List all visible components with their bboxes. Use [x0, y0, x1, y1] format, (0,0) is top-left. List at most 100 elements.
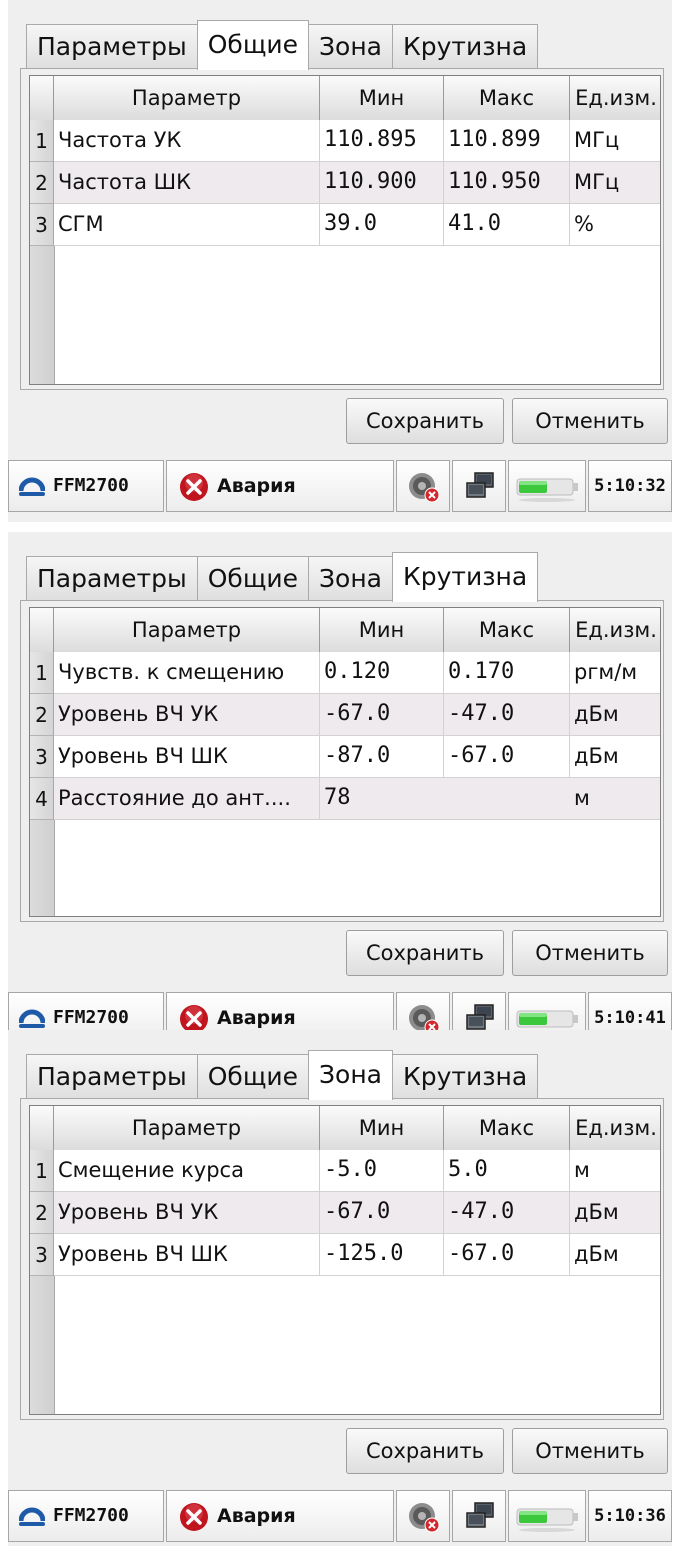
tab-slope[interactable]: Крутизна	[392, 24, 539, 70]
cell-unit[interactable]: м	[570, 1150, 660, 1192]
row-number[interactable]: 1	[30, 652, 54, 694]
cell-unit[interactable]: м	[570, 778, 660, 820]
cell-unit[interactable]: МГц	[570, 162, 660, 204]
tab-parameters[interactable]: Параметры	[26, 1054, 198, 1100]
column-header-unit[interactable]: Ед.изм.	[570, 76, 660, 120]
column-header-min[interactable]: Мин	[320, 608, 444, 652]
row-number[interactable]: 3	[30, 204, 54, 246]
column-header-parameter[interactable]: Параметр	[54, 1106, 320, 1150]
cell-parameter[interactable]: Уровень ВЧ ШК	[54, 736, 320, 778]
cell-max[interactable]: 5.0	[444, 1150, 570, 1192]
network-button[interactable]	[452, 1490, 506, 1542]
parameters-table[interactable]: Параметр Мин Макс Ед.изм. 1 Частота УК 1…	[29, 75, 661, 385]
table-row[interactable]: 1 Частота УК 110.895 110.899 МГц	[30, 120, 660, 162]
row-number[interactable]: 4	[30, 778, 54, 820]
row-number[interactable]: 3	[30, 736, 54, 778]
device-button[interactable]: FFM2700	[8, 460, 164, 512]
parameters-table[interactable]: Параметр Мин Макс Ед.изм. 1 Чувств. к см…	[29, 607, 661, 917]
tab-slope[interactable]: Крутизна	[392, 1054, 539, 1100]
tab-slope[interactable]: Крутизна	[392, 552, 539, 602]
column-header-max[interactable]: Макс	[444, 76, 570, 120]
tab-parameters[interactable]: Параметры	[26, 24, 198, 70]
cell-min[interactable]: -125.0	[320, 1234, 444, 1276]
cell-max[interactable]: -47.0	[444, 1192, 570, 1234]
table-row[interactable]: 2 Уровень ВЧ УК -67.0 -47.0 дБм	[30, 694, 660, 736]
cell-parameter[interactable]: СГМ	[54, 204, 320, 246]
tab-general[interactable]: Общие	[196, 556, 310, 602]
tab-zone[interactable]: Зона	[308, 556, 394, 602]
tab-parameters[interactable]: Параметры	[26, 556, 198, 602]
cancel-button[interactable]: Отменить	[512, 930, 668, 976]
cell-min[interactable]: -67.0	[320, 694, 444, 736]
column-header-parameter[interactable]: Параметр	[54, 608, 320, 652]
cell-max[interactable]: 0.170	[444, 652, 570, 694]
row-number[interactable]: 1	[30, 1150, 54, 1192]
cell-parameter[interactable]: Чувств. к смещению	[54, 652, 320, 694]
cell-max[interactable]: 110.899	[444, 120, 570, 162]
row-number[interactable]: 3	[30, 1234, 54, 1276]
cell-unit[interactable]: дБм	[570, 1234, 660, 1276]
row-number[interactable]: 2	[30, 694, 54, 736]
cell-unit[interactable]: дБм	[570, 736, 660, 778]
battery-button[interactable]	[508, 1490, 586, 1542]
cell-min[interactable]: -5.0	[320, 1150, 444, 1192]
alarm-status-button[interactable]: Авария	[166, 460, 394, 512]
table-row[interactable]: 4 Расстояние до ант.... 78 м	[30, 778, 660, 820]
table-row[interactable]: 3 СГМ 39.0 41.0 %	[30, 204, 660, 246]
sound-button[interactable]	[396, 1490, 450, 1542]
column-header-unit[interactable]: Ед.изм.	[570, 1106, 660, 1150]
device-button[interactable]: FFM2700	[8, 1490, 164, 1542]
table-row[interactable]: 2 Частота ШК 110.900 110.950 МГц	[30, 162, 660, 204]
column-header-min[interactable]: Мин	[320, 76, 444, 120]
table-row[interactable]: 3 Уровень ВЧ ШК -87.0 -67.0 дБм	[30, 736, 660, 778]
save-button[interactable]: Сохранить	[346, 398, 504, 444]
cell-unit[interactable]: %	[570, 204, 660, 246]
cancel-button[interactable]: Отменить	[512, 1428, 668, 1474]
column-header-unit[interactable]: Ед.изм.	[570, 608, 660, 652]
column-header-min[interactable]: Мин	[320, 1106, 444, 1150]
cell-max[interactable]: 110.950	[444, 162, 570, 204]
cell-max[interactable]: -67.0	[444, 736, 570, 778]
column-header-max[interactable]: Макс	[444, 608, 570, 652]
cell-max[interactable]: -67.0	[444, 1234, 570, 1276]
table-row[interactable]: 2 Уровень ВЧ УК -67.0 -47.0 дБм	[30, 1192, 660, 1234]
row-number[interactable]: 1	[30, 120, 54, 162]
cell-max[interactable]: 41.0	[444, 204, 570, 246]
cell-min[interactable]: 39.0	[320, 204, 444, 246]
column-header-parameter[interactable]: Параметр	[54, 76, 320, 120]
cell-parameter[interactable]: Уровень ВЧ УК	[54, 694, 320, 736]
cell-min[interactable]: 110.900	[320, 162, 444, 204]
cell-min[interactable]: 0.120	[320, 652, 444, 694]
tab-zone[interactable]: Зона	[308, 24, 394, 70]
cell-max[interactable]: -47.0	[444, 694, 570, 736]
table-row[interactable]: 1 Чувств. к смещению 0.120 0.170 ргм/м	[30, 652, 660, 694]
cell-parameter[interactable]: Уровень ВЧ УК	[54, 1192, 320, 1234]
cell-min[interactable]: -87.0	[320, 736, 444, 778]
row-number[interactable]: 2	[30, 1192, 54, 1234]
tab-zone[interactable]: Зона	[308, 1050, 394, 1100]
parameters-table[interactable]: Параметр Мин Макс Ед.изм. 1 Смещение кур…	[29, 1105, 661, 1415]
battery-button[interactable]	[508, 460, 586, 512]
column-header-max[interactable]: Макс	[444, 1106, 570, 1150]
alarm-status-button[interactable]: Авария	[166, 1490, 394, 1542]
save-button[interactable]: Сохранить	[346, 1428, 504, 1474]
table-row[interactable]: 3 Уровень ВЧ ШК -125.0 -67.0 дБм	[30, 1234, 660, 1276]
cell-value[interactable]: 78	[320, 778, 570, 820]
network-button[interactable]	[452, 460, 506, 512]
cell-parameter[interactable]: Уровень ВЧ ШК	[54, 1234, 320, 1276]
cell-unit[interactable]: ргм/м	[570, 652, 660, 694]
cell-min[interactable]: -67.0	[320, 1192, 444, 1234]
cell-parameter[interactable]: Частота ШК	[54, 162, 320, 204]
cell-min[interactable]: 110.895	[320, 120, 444, 162]
cell-unit[interactable]: дБм	[570, 1192, 660, 1234]
cell-unit[interactable]: МГц	[570, 120, 660, 162]
save-button[interactable]: Сохранить	[346, 930, 504, 976]
cell-unit[interactable]: дБм	[570, 694, 660, 736]
tab-general[interactable]: Общие	[196, 1054, 310, 1100]
table-row[interactable]: 1 Смещение курса -5.0 5.0 м	[30, 1150, 660, 1192]
tab-general[interactable]: Общие	[196, 20, 310, 70]
cell-parameter[interactable]: Расстояние до ант....	[54, 778, 320, 820]
row-number[interactable]: 2	[30, 162, 54, 204]
cell-parameter[interactable]: Частота УК	[54, 120, 320, 162]
sound-button[interactable]	[396, 460, 450, 512]
